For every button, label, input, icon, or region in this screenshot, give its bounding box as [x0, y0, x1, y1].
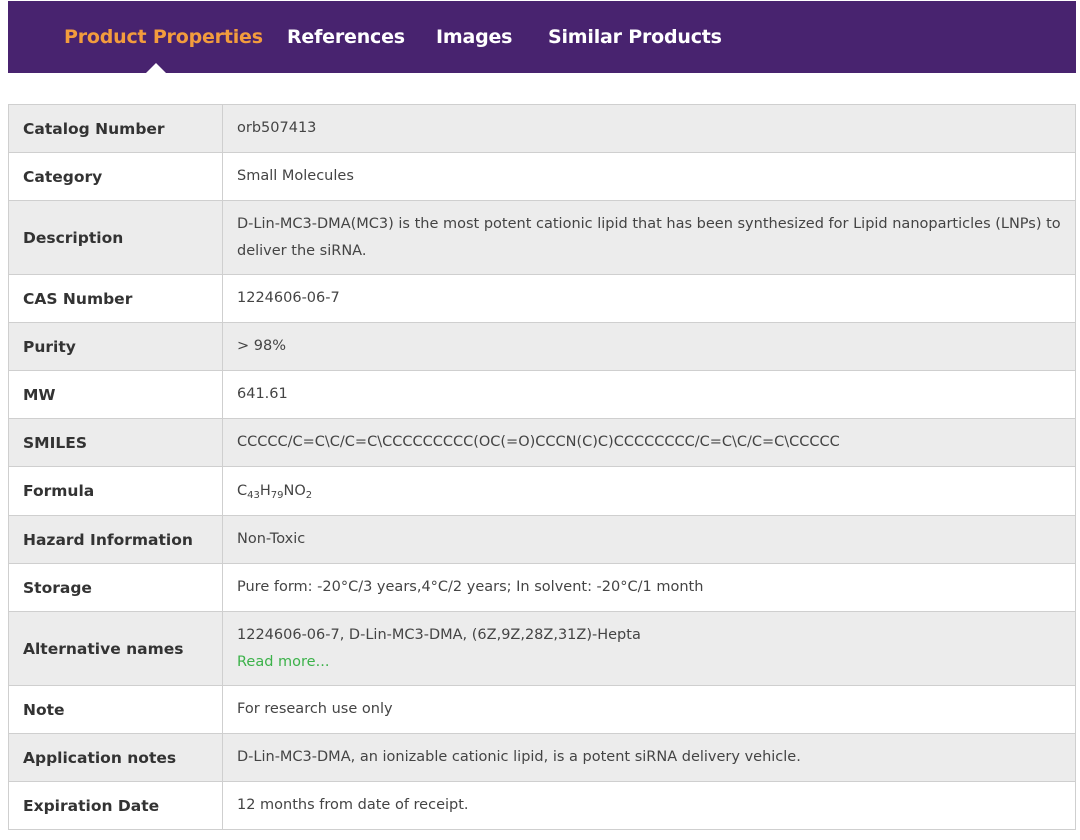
tab-references[interactable]: References [287, 1, 405, 73]
hazard-value: Non-Toxic [222, 515, 1076, 564]
row-label: Alternative names [8, 611, 223, 686]
formula-part: C [237, 482, 248, 499]
active-tab-indicator [146, 63, 166, 73]
table-row: MW 641.61 [8, 370, 1076, 419]
row-label: CAS Number [8, 274, 223, 323]
row-label: Purity [8, 322, 223, 371]
table-row: Catalog Number orb507413 [8, 104, 1076, 153]
formula-value: C43H79NO2 [222, 466, 1076, 516]
table-row: Hazard Information Non-Toxic [8, 515, 1076, 564]
formula-subscript: 79 [270, 489, 284, 501]
alternative-names-cell: 1224606-06-7, D-Lin-MC3-DMA, (6Z,9Z,28Z,… [222, 611, 1076, 686]
row-label: MW [8, 370, 223, 419]
row-label: Expiration Date [8, 781, 223, 830]
row-label: Description [8, 200, 223, 275]
alternative-names-value: 1224606-06-7, D-Lin-MC3-DMA, (6Z,9Z,28Z,… [237, 626, 641, 643]
row-label: Category [8, 152, 223, 201]
product-properties-table: Catalog Number orb507413 Category Small … [8, 104, 1076, 830]
expiration-date-value: 12 months from date of receipt. [222, 781, 1076, 830]
table-row: Application notes D-Lin-MC3-DMA, an ioni… [8, 733, 1076, 782]
table-row: Alternative names 1224606-06-7, D-Lin-MC… [8, 611, 1076, 686]
mw-value: 641.61 [222, 370, 1076, 419]
row-label: Note [8, 685, 223, 734]
catalog-number-value: orb507413 [222, 104, 1076, 153]
application-notes-value: D-Lin-MC3-DMA, an ionizable cationic lip… [222, 733, 1076, 782]
table-row: Expiration Date 12 months from date of r… [8, 781, 1076, 830]
storage-value: Pure form: -20°C/3 years,4°C/2 years; In… [222, 563, 1076, 612]
cas-number-value: 1224606-06-7 [222, 274, 1076, 323]
smiles-value: CCCCC/C=C\C/C=C\CCCCCCCCC(OC(=O)CCCN(C)C… [222, 418, 1076, 467]
table-row: SMILES CCCCC/C=C\C/C=C\CCCCCCCCC(OC(=O)C… [8, 418, 1076, 467]
formula-subscript: 2 [305, 489, 313, 501]
note-value: For research use only [222, 685, 1076, 734]
tab-bar: Product Properties References Images Sim… [8, 1, 1076, 73]
formula-part: H [259, 482, 271, 499]
description-value: D-Lin-MC3-DMA(MC3) is the most potent ca… [222, 200, 1076, 275]
category-value: Small Molecules [222, 152, 1076, 201]
row-label: Storage [8, 563, 223, 612]
table-row: CAS Number 1224606-06-7 [8, 274, 1076, 323]
formula-part: NO [283, 482, 306, 499]
table-row: Purity > 98% [8, 322, 1076, 371]
row-label: Hazard Information [8, 515, 223, 564]
row-label: Catalog Number [8, 104, 223, 153]
formula-subscript: 43 [247, 489, 260, 501]
row-label: Formula [8, 466, 223, 516]
table-row: Description D-Lin-MC3-DMA(MC3) is the mo… [8, 200, 1076, 275]
row-label: SMILES [8, 418, 223, 467]
tab-similar-products[interactable]: Similar Products [548, 1, 722, 73]
tab-images[interactable]: Images [436, 1, 512, 73]
purity-value: > 98% [222, 322, 1076, 371]
table-row: Storage Pure form: -20°C/3 years,4°C/2 y… [8, 563, 1076, 612]
table-row: Category Small Molecules [8, 152, 1076, 201]
read-more-link[interactable]: Read more... [237, 649, 1061, 676]
table-row: Formula C43H79NO2 [8, 466, 1076, 516]
table-row: Note For research use only [8, 685, 1076, 734]
row-label: Application notes [8, 733, 223, 782]
